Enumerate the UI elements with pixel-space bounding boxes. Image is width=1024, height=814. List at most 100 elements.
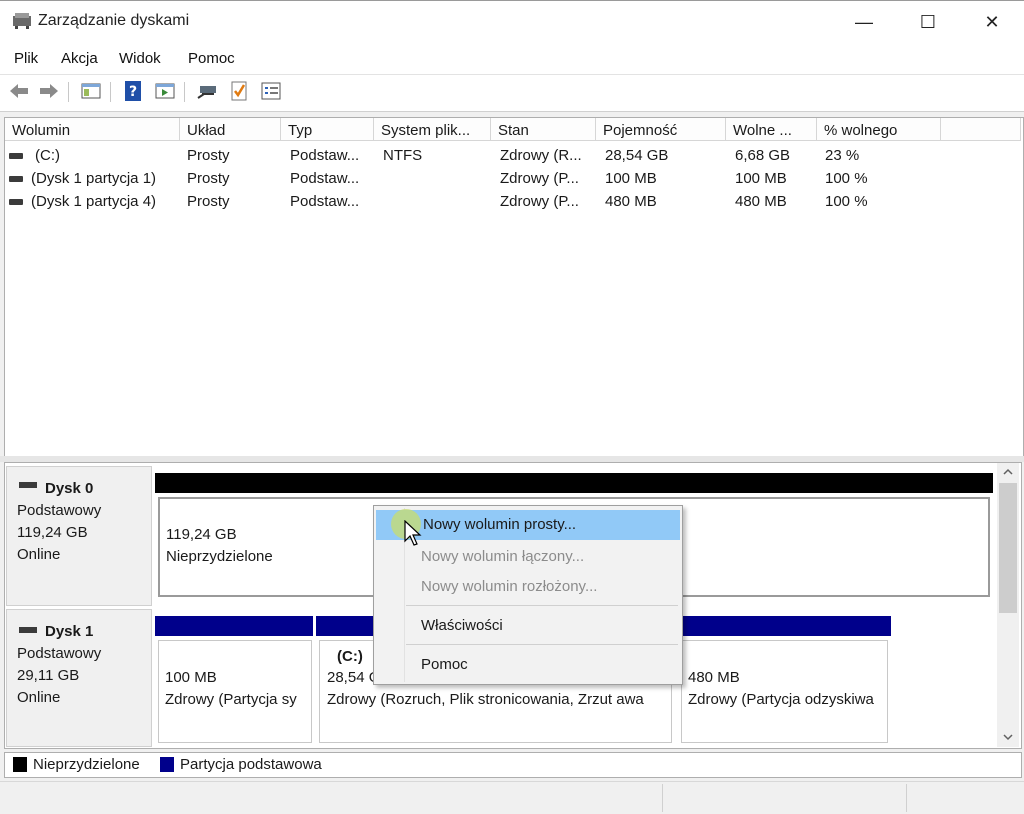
disk-1-size: 29,11 GB [17,667,80,684]
menu-item-label: Nowy wolumin łączony... [421,548,585,565]
partition-1-status: Zdrowy (Partycja sy [165,691,297,708]
disk-icon [19,627,37,633]
partition-c-status: Zdrowy (Rozruch, Plik stronicowania, Zrz… [327,691,644,708]
partition-1-size: 100 MB [165,669,217,686]
column-header-pojemnosc[interactable]: Pojemność [596,118,726,141]
menu-separator [406,605,678,606]
connect-icon[interactable] [196,80,218,102]
cell-wolumin: (C:) [35,147,60,164]
legend-primary-swatch [160,757,174,772]
cell-uklad: Prosty [187,147,230,164]
minimize-button[interactable]: — [832,0,896,44]
back-arrow-icon[interactable] [8,80,30,102]
cell-procent-wolnego: 100 % [825,170,868,187]
disk-0-size: 119,24 GB [17,524,88,541]
cell-system-plikow: NTFS [383,147,423,164]
disk-0-type: Podstawowy [17,502,102,519]
menu-item-pomoc[interactable]: Pomoc [374,650,682,680]
volume-icon [9,153,23,159]
cell-typ: Podstaw... [290,193,360,210]
cell-pojemnosc: 100 MB [605,170,657,187]
column-header-typ[interactable]: Typ [281,118,374,141]
disk-0-status: Online [17,546,61,563]
cell-system-plikow [383,168,493,190]
disk-1-type: Podstawowy [17,645,102,662]
properties-icon[interactable] [260,80,282,102]
unallocated-bar [155,473,993,493]
forward-arrow-icon[interactable] [38,80,60,102]
column-header-stan[interactable]: Stan [491,118,596,141]
menu-plik[interactable]: Plik [14,50,38,67]
disk-management-app-icon [13,13,31,29]
unallocated-size: 119,24 GB [164,524,239,546]
console-tree-icon[interactable] [80,80,102,102]
scroll-up-icon[interactable] [1002,466,1014,478]
close-icon: ✕ [984,12,1000,32]
cell-typ: Podstaw... [290,170,360,187]
cell-wolumin: (Dysk 1 partycja 1) [31,170,157,187]
cell-procent-wolnego: 100 % [825,193,868,210]
column-header-uklad[interactable]: Układ [180,118,281,141]
legend-primary-label: Partycja podstawowa [180,756,322,773]
partition-c-title: (C:) [337,648,363,665]
cell-wolne: 100 MB [735,170,787,187]
cell-stan: Zdrowy (P... [500,193,579,210]
cell-stan: Zdrowy (P... [500,170,579,187]
legend-unallocated-swatch [13,757,27,772]
menu-item-nowy-wolumin-rozlozony[interactable]: Nowy wolumin rozłożony... [374,572,682,602]
cell-wolne: 480 MB [735,193,787,210]
disk-0-name: Dysk 0 [45,480,94,497]
partition-4-size: 480 MB [688,669,740,686]
cell-uklad: Prosty [187,170,230,187]
table-row[interactable]: (Dysk 1 partycja 1) Prosty Podstaw... Zd… [5,168,1021,190]
partition-bar [155,616,313,636]
table-row[interactable]: (Dysk 1 partycja 4) Prosty Podstaw... Zd… [5,191,1021,213]
volume-icon [9,176,23,182]
menu-item-wlasciwosci[interactable]: Właściwości [374,611,682,641]
window-title: Zarządzanie dyskami [38,12,190,29]
maximize-icon: ☐ [919,12,937,32]
disk-1-name: Dysk 1 [45,623,94,640]
menu-item-label: Nowy wolumin prosty... [423,516,577,533]
column-header-wolumin[interactable]: Wolumin [5,118,180,141]
menu-widok[interactable]: Widok [119,50,161,67]
legend-unallocated-label: Nieprzydzielone [33,756,140,773]
cell-wolne: 6,68 GB [735,147,791,164]
volume-icon [9,199,23,205]
toolbar-separator [110,82,111,102]
cell-pojemnosc: 480 MB [605,193,657,210]
scroll-thumb[interactable] [999,483,1017,613]
disk-1-status: Online [17,689,61,706]
column-header-wolne[interactable]: Wolne ... [726,118,817,141]
disk-1-info[interactable]: Dysk 1 Podstawowy 29,11 GB Online [6,609,152,747]
cell-pojemnosc: 28,54 GB [605,147,669,164]
cell-uklad: Prosty [187,193,230,210]
table-row[interactable]: (C:) Prosty Podstaw... NTFS Zdrowy (R...… [5,145,1021,167]
status-bar [0,781,1024,814]
toolbar-separator [68,82,69,102]
check-icon[interactable] [228,80,250,102]
minimize-icon: — [855,12,873,32]
maximize-button[interactable]: ☐ [896,0,960,44]
cell-procent-wolnego: 23 % [825,147,860,164]
vertical-scrollbar[interactable] [997,463,1019,747]
legend-bar: Nieprzydzielone Partycja podstawowa [4,752,1022,778]
column-header-system-plikow[interactable]: System plik... [374,118,491,141]
close-button[interactable]: ✕ [960,0,1024,44]
toolbar-separator [184,82,185,102]
disk-0-info[interactable]: Dysk 0 Podstawowy 119,24 GB Online [6,466,152,606]
menu-item-label: Nowy wolumin rozłożony... [421,578,598,595]
status-divider [906,784,907,812]
disk-icon [19,482,37,488]
action-pane-icon[interactable] [154,80,176,102]
menu-akcja[interactable]: Akcja [61,50,98,67]
status-divider [662,784,663,812]
disk-1-partition-4[interactable]: 480 MB Zdrowy (Partycja odzyskiwa [681,640,888,743]
unallocated-label: Nieprzydzielone [164,546,275,568]
help-icon[interactable]: ? [122,80,144,102]
cell-stan: Zdrowy (R... [500,147,582,164]
menu-pomoc[interactable]: Pomoc [188,50,235,67]
column-header-procent-wolnego[interactable]: % wolnego [817,118,941,141]
scroll-down-icon[interactable] [1002,731,1014,743]
disk-1-partition-1[interactable]: 100 MB Zdrowy (Partycja sy [158,640,312,743]
